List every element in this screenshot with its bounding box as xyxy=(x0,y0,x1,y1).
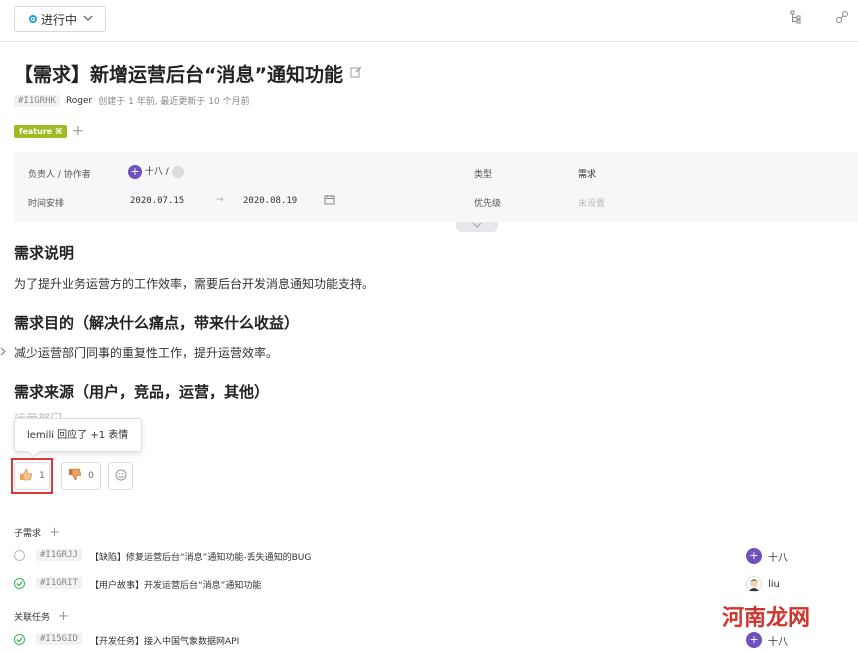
highlight-box xyxy=(11,458,53,494)
related-label: 关联任务 xyxy=(14,613,51,623)
add-related-button[interactable]: + xyxy=(58,609,69,624)
avatar: + xyxy=(128,164,142,179)
add-reaction-button[interactable] xyxy=(108,462,133,490)
calendar-icon[interactable] xyxy=(324,194,335,208)
thumbs-down-icon xyxy=(68,468,82,484)
type-label: 类型 xyxy=(474,170,493,180)
thumbs-down-count: 0 xyxy=(88,471,94,481)
owner-value[interactable]: + 十八 / xyxy=(128,164,184,179)
subtask-id[interactable]: #I1GRJJ xyxy=(36,549,82,561)
schedule-label: 时间安排 xyxy=(28,199,65,209)
link-icon[interactable] xyxy=(834,10,850,26)
issue-meta: #I1GRHK Roger 创建于 1 年前, 最近更新于 10 个月前 xyxy=(14,94,250,107)
section-heading: 需求目的（解决什么痛点，带来什么收益） xyxy=(14,314,300,332)
subtask-id[interactable]: #I1GRIT xyxy=(36,577,82,589)
date-arrow: → xyxy=(216,195,224,205)
owner-label: 负责人 / 协作者 xyxy=(28,170,91,180)
related-section: 关联任务 + xyxy=(14,609,69,624)
assignee-name: 十八 xyxy=(768,552,788,564)
issue-timestamps: 创建于 1 年前, 最近更新于 10 个月前 xyxy=(98,97,250,107)
chevron-right-icon[interactable] xyxy=(0,345,6,359)
subtask-assignee[interactable]: + 十八 xyxy=(746,548,788,564)
subtasks-section: 子需求 + xyxy=(14,525,60,540)
watermark: 河南龙网 xyxy=(722,606,811,631)
subtask-title[interactable]: 【用户故事】开发运营后台“消息”通知功能 xyxy=(90,578,261,591)
reaction-tooltip: lemili 回应了 +1 表情 xyxy=(14,418,142,452)
chevron-down-icon xyxy=(83,14,93,25)
section-heading: 需求说明 xyxy=(14,244,75,262)
status-dropdown[interactable]: 进行中 xyxy=(14,6,106,32)
owner-name: 十八 / xyxy=(144,167,169,177)
related-assignee[interactable]: + 十八 xyxy=(746,632,788,648)
priority-label: 优先级 xyxy=(474,199,502,209)
collaborator-avatar xyxy=(171,165,184,178)
issue-id[interactable]: #I1GRHK xyxy=(14,94,60,107)
avatar: + xyxy=(746,548,762,564)
related-row[interactable]: #I15GID 【开发任务】接入中国气象数据网API + 十八 xyxy=(14,630,814,650)
add-subtask-button[interactable]: + xyxy=(49,525,60,540)
status-open-icon xyxy=(14,550,25,561)
top-bar: 进行中 xyxy=(0,0,858,42)
start-date[interactable]: 2020.07.15 xyxy=(130,196,184,206)
add-tag-button[interactable]: + xyxy=(72,123,84,139)
issue-title: 【需求】新增运营后台“消息”通知功能 xyxy=(14,64,343,86)
paragraph: 减少运营部门同事的重复性工作，提升运营效率。 xyxy=(14,346,279,360)
related-title[interactable]: 【开发任务】接入中国气象数据网API xyxy=(90,634,239,647)
avatar xyxy=(746,576,762,592)
subtask-row[interactable]: #I1GRIT 【用户故事】开发运营后台“消息”通知功能 liu xyxy=(14,574,814,594)
smiley-icon xyxy=(115,469,127,484)
issue-fields-panel: 负责人 / 协作者 + 十八 / 时间安排 2020.07.15 → 2020.… xyxy=(14,152,858,222)
section-heading: 需求来源（用户，竞品，运营，其他） xyxy=(14,383,270,401)
subtask-assignee[interactable]: liu xyxy=(746,576,780,592)
in-progress-icon xyxy=(29,15,37,23)
status-done-icon xyxy=(14,634,25,645)
avatar: + xyxy=(746,632,762,648)
priority-value[interactable]: 未设置 xyxy=(578,196,605,209)
status-label: 进行中 xyxy=(41,12,78,27)
subtask-title[interactable]: 【缺陷】修复运营后台“消息”通知功能-丢失通知的BUG xyxy=(90,550,311,563)
subtask-row[interactable]: #I1GRJJ 【缺陷】修复运营后台“消息”通知功能-丢失通知的BUG + 十八 xyxy=(14,546,814,566)
assignee-name: liu xyxy=(768,578,780,590)
assignee-name: 十八 xyxy=(768,636,788,648)
paragraph-partial: 运营部门 xyxy=(14,410,62,418)
type-value[interactable]: 需求 xyxy=(578,167,596,180)
tag-feature[interactable]: feature ⌘ xyxy=(14,125,68,138)
paragraph: 为了提升业务运营方的工作效率，需要后台开发消息通知功能支持。 xyxy=(14,277,375,291)
thumbs-down-reaction[interactable]: 0 xyxy=(61,462,101,490)
related-id[interactable]: #I15GID xyxy=(36,633,82,645)
subtasks-label: 子需求 xyxy=(14,529,42,539)
status-done-icon xyxy=(14,578,25,589)
issue-author[interactable]: Roger xyxy=(66,96,92,106)
expand-panel-button[interactable] xyxy=(456,222,498,232)
branch-icon[interactable] xyxy=(788,10,804,26)
edit-icon[interactable] xyxy=(350,66,362,82)
end-date[interactable]: 2020.08.19 xyxy=(243,196,297,206)
